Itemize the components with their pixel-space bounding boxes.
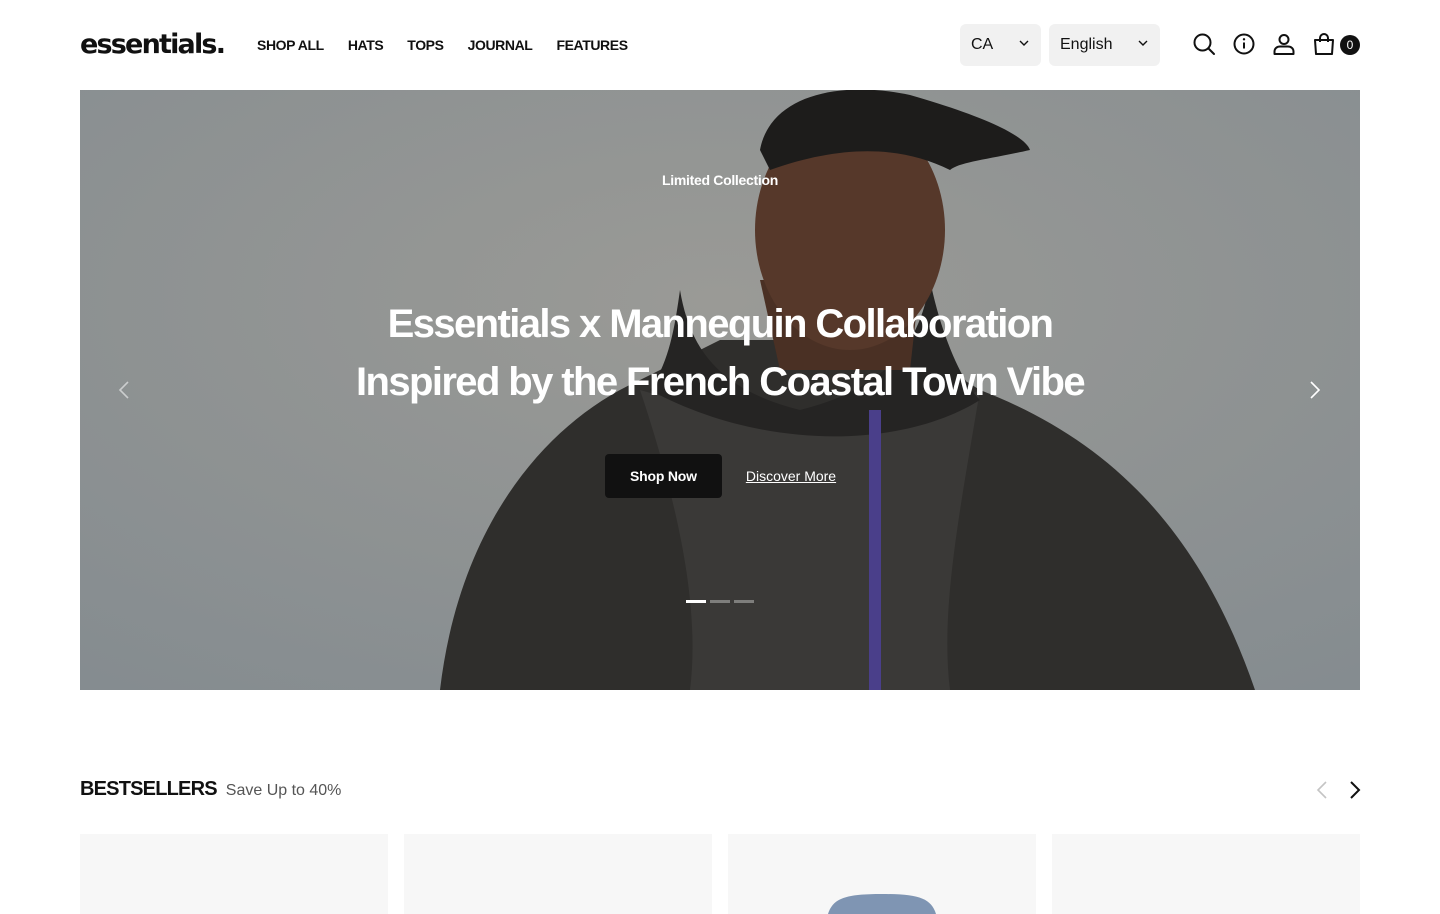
hero-banner: Limited Collection Essentials x Mannequi… [80,90,1360,690]
hero-eyebrow: Limited Collection [662,172,778,188]
product-image [828,894,936,914]
chevron-left-icon [118,381,129,399]
hero-dot-1[interactable] [686,600,706,603]
country-select[interactable]: CA [960,24,1041,66]
nav-item-hats[interactable]: HATS [348,36,384,54]
hero-pagination [686,600,754,603]
hero-title: Essentials x Mannequin Collaboration Ins… [80,295,1360,411]
discover-more-link[interactable]: Discover More [746,468,836,484]
hero-dot-3[interactable] [734,600,754,603]
bestsellers-subtitle: Save Up to 40% [225,782,342,799]
nav-item-shop-all[interactable]: SHOP ALL [257,36,324,54]
site-header: essentials. SHOP ALL HATS TOPS JOURNAL F… [0,0,1440,90]
chevron-down-icon [1018,36,1030,54]
product-card[interactable] [80,834,388,914]
hero-title-line-2: Inspired by the French Coastal Town Vibe [356,360,1086,404]
chevron-right-icon [1310,381,1321,399]
cart-icon[interactable] [1311,31,1337,57]
search-icon[interactable] [1191,31,1217,57]
bestsellers-next-arrow[interactable] [1343,779,1365,801]
country-select-value: CA [971,36,994,53]
language-select[interactable]: English [1049,24,1160,66]
brand-logo[interactable]: essentials. [80,27,226,63]
chevron-right-icon [1350,781,1361,799]
nav-item-journal[interactable]: JOURNAL [468,36,533,54]
hero-prev-arrow[interactable] [113,378,137,402]
language-select-value: English [1060,36,1113,53]
chevron-down-icon [1137,36,1149,54]
product-card[interactable] [728,834,1036,914]
nav-item-tops[interactable]: TOPS [407,36,444,54]
hero-next-arrow[interactable] [1302,378,1326,402]
bestsellers-title: BESTSELLERS [80,778,218,800]
cart-count-badge: 0 [1340,35,1360,55]
hero-dot-2[interactable] [710,600,730,603]
product-card[interactable] [404,834,712,914]
info-icon[interactable] [1231,31,1257,57]
bestsellers-prev-arrow[interactable] [1312,779,1334,801]
bestsellers-carousel [80,834,1360,914]
chevron-left-icon [1316,781,1327,799]
bestsellers-header: BESTSELLERS Save Up to 40% [80,778,341,801]
nav-item-features[interactable]: FEATURES [556,36,628,54]
main-nav: SHOP ALL HATS TOPS JOURNAL FEATURES [257,36,628,54]
hero-title-line-1: Essentials x Mannequin Collaboration [387,302,1054,346]
account-icon[interactable] [1271,31,1297,57]
product-card[interactable] [1052,834,1360,914]
hero-actions: Shop Now Discover More [605,454,836,498]
shop-now-button[interactable]: Shop Now [605,454,722,498]
